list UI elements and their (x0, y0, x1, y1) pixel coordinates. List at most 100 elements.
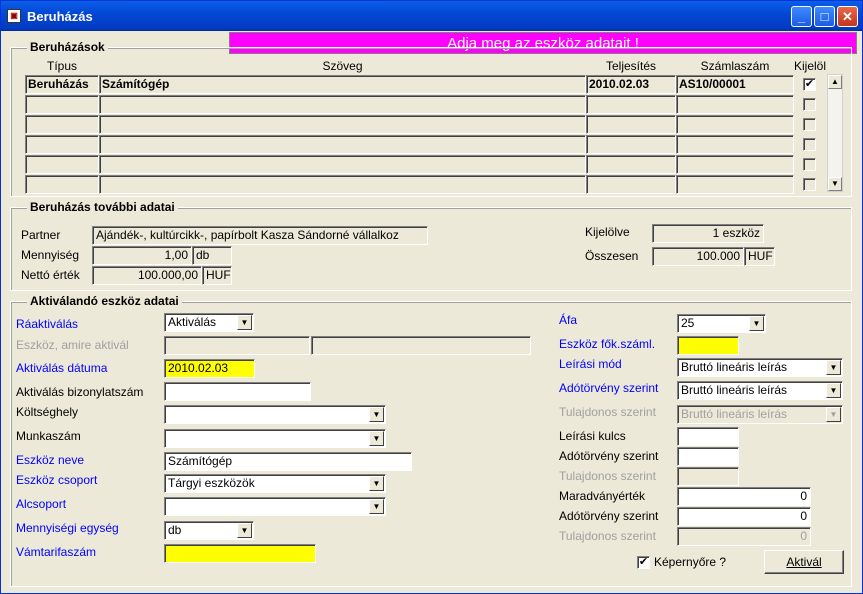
chevron-down-icon[interactable]: ▼ (369, 499, 384, 514)
eszkoz-neve-field[interactable]: Számítógép (164, 452, 412, 471)
mennyiseg-field: 1,00 (92, 246, 192, 265)
table-row-cell[interactable] (676, 175, 794, 194)
partner-label: Partner (21, 228, 61, 242)
table-row-cell[interactable] (676, 155, 794, 174)
table-row-cell[interactable] (676, 95, 794, 114)
fokszaml-label: Eszköz fők.száml. (559, 337, 656, 351)
kepernyore-checkbox[interactable]: ✔ (637, 556, 650, 569)
aktivalas-datuma-label: Aktiválás dátuma (16, 361, 108, 375)
chevron-down-icon[interactable]: ▼ (369, 476, 384, 491)
mennyisegi-egyseg-select[interactable]: db ▼ (164, 521, 254, 540)
table-row-cell[interactable] (25, 155, 99, 174)
row-checkbox[interactable] (803, 158, 816, 171)
tulajdonos1-label: Tulajdonos szerint (559, 405, 656, 419)
chevron-down-icon[interactable]: ▼ (826, 383, 841, 398)
aktivalas-datuma-field[interactable]: 2010.02.03 (164, 359, 255, 378)
col-header-szamlaszam: Számlaszám (700, 59, 770, 73)
table-row-cell[interactable] (25, 175, 99, 194)
table-row-cell[interactable] (99, 115, 586, 134)
row-checkbox[interactable] (803, 98, 816, 111)
window-title: Beruházás (27, 9, 93, 24)
table-row-cell[interactable] (586, 175, 676, 194)
munkaszam-select[interactable]: ▼ (164, 429, 386, 448)
kijelolve-field: 1 eszköz (652, 224, 764, 243)
row-checkbox[interactable] (803, 118, 816, 131)
table-row-cell[interactable] (586, 155, 676, 174)
chevron-down-icon[interactable]: ▼ (369, 407, 384, 422)
raaktivalas-label: Ráaktiválás (16, 317, 79, 331)
tovabbi-legend: Beruházás további adatai (27, 200, 178, 214)
adotorveny3-field[interactable]: 0 (677, 507, 811, 526)
adotorveny1-select[interactable]: Bruttó lineáris leírás ▼ (677, 381, 843, 400)
table-row-cell[interactable] (586, 135, 676, 154)
bizonylatszam-label: Aktiválás bizonylatszám (16, 385, 144, 399)
bizonylatszam-field[interactable] (164, 382, 311, 401)
row-checkbox[interactable] (803, 178, 816, 191)
koltseghely-label: Költséghely (16, 405, 79, 419)
netto-field: 100.000,00 (92, 266, 202, 285)
raaktivalas-value: Aktiválás (168, 315, 217, 329)
row1-kijelol-checkbox[interactable]: ✔ (803, 78, 816, 91)
leirasi-kulcs-label: Leírási kulcs (559, 429, 626, 443)
table-row-cell[interactable] (586, 95, 676, 114)
scroll-up-icon[interactable]: ▲ (828, 75, 842, 89)
close-button[interactable]: ✕ (837, 6, 858, 27)
maradvany-field[interactable]: 0 (677, 487, 811, 506)
afa-label: Áfa (559, 313, 578, 327)
chevron-down-icon[interactable]: ▼ (826, 360, 841, 375)
eszkoz-amire-field (164, 336, 310, 355)
vamtarifaszam-field[interactable] (164, 544, 316, 563)
adotorveny3-label: Adótörvény szerint (559, 509, 659, 523)
koltseghely-select[interactable]: ▼ (164, 405, 386, 424)
fokszaml-field[interactable] (677, 336, 739, 355)
scroll-down-icon[interactable]: ▼ (828, 177, 842, 191)
col-header-tipus: Típus (46, 59, 77, 73)
eszkoz-csoport-label: Eszköz csoport (16, 473, 98, 487)
table-row-cell[interactable] (99, 155, 586, 174)
tulajdonos3-field: 0 (677, 527, 811, 546)
chevron-down-icon[interactable]: ▼ (237, 523, 252, 538)
row1-szamlaszam[interactable]: AS10/00001 (676, 75, 794, 94)
table-row-cell[interactable] (25, 95, 99, 114)
adotorveny2-field[interactable] (677, 447, 739, 466)
leirasi-mod-select[interactable]: Bruttó lineáris leírás ▼ (677, 358, 843, 377)
minimize-icon: _ (797, 9, 806, 24)
eszkoz-csoport-select[interactable]: Tárgyi eszközök ▼ (164, 474, 386, 493)
table-row-cell[interactable] (676, 135, 794, 154)
adotorveny1-label: Adótörvény szerint (559, 381, 659, 395)
table-row-cell[interactable] (99, 135, 586, 154)
leirasi-kulcs-field[interactable] (677, 427, 739, 446)
osszesen-unit: HUF (744, 247, 775, 266)
osszesen-label: Összesen (585, 249, 639, 263)
alcsoport-select[interactable]: ▼ (164, 497, 386, 516)
table-row-cell[interactable] (25, 135, 99, 154)
maximize-button[interactable]: □ (814, 6, 835, 27)
netto-unit: HUF (202, 266, 232, 285)
table-row-cell[interactable] (586, 115, 676, 134)
aktival-button[interactable]: Aktivál (764, 550, 844, 574)
table-row-cell[interactable] (99, 175, 586, 194)
table-row-cell[interactable] (676, 115, 794, 134)
table-row-cell[interactable] (99, 95, 586, 114)
afa-select[interactable]: 25 ▼ (677, 314, 766, 333)
partner-field: Ajándék-, kultúrcikk-, papírbolt Kasza S… (92, 226, 428, 245)
table-row-cell[interactable] (25, 115, 99, 134)
leirasi-mod-value: Bruttó lineáris leírás (681, 360, 788, 374)
raaktivalas-select[interactable]: Aktiválás ▼ (164, 313, 254, 332)
row-checkbox[interactable] (803, 138, 816, 151)
beruhazasok-legend: Beruházások (27, 40, 108, 54)
chevron-down-icon[interactable]: ▼ (749, 316, 764, 331)
row1-szoveg[interactable]: Számítógép (99, 75, 586, 94)
chevron-down-icon[interactable]: ▼ (369, 431, 384, 446)
close-icon: ✕ (842, 9, 853, 24)
tulajdonos2-field (677, 467, 739, 486)
netto-label: Nettó érték (21, 268, 80, 282)
title-bar: ▣ Beruházás _ □ ✕ (1, 1, 862, 31)
row1-teljesites[interactable]: 2010.02.03 (586, 75, 676, 94)
minimize-button[interactable]: _ (791, 6, 812, 27)
adotorveny1-value: Bruttó lineáris leírás (681, 383, 788, 397)
mennyiseg-label: Mennyiség (21, 248, 80, 262)
chevron-down-icon[interactable]: ▼ (237, 315, 252, 330)
table-scrollbar[interactable]: ▲ ▼ (827, 74, 843, 192)
row1-tipus[interactable]: Beruházás (25, 75, 99, 94)
